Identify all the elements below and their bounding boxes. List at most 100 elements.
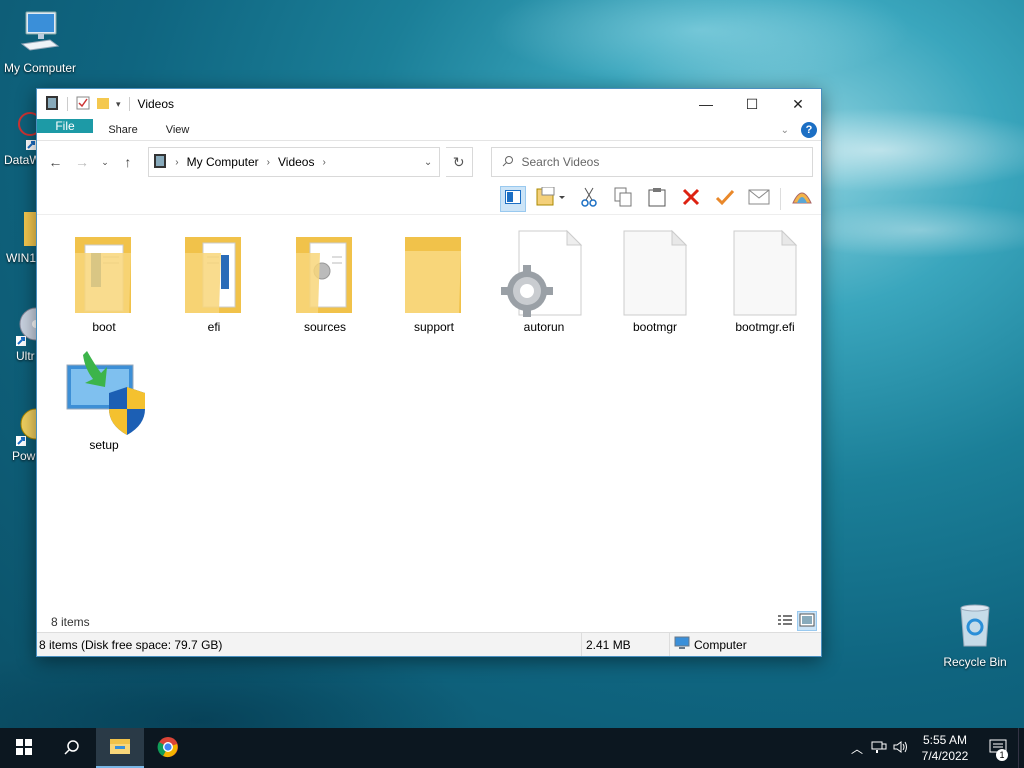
details-view-icon bbox=[777, 613, 793, 630]
folder-icon bbox=[388, 228, 480, 320]
folder-with-document-icon bbox=[58, 228, 150, 320]
title-bar[interactable]: ▾ Videos — ☐ ✕ bbox=[37, 89, 821, 119]
file-item-folder[interactable]: sources bbox=[279, 228, 371, 334]
file-name: bootmgr bbox=[632, 320, 678, 334]
search-placeholder: Search Videos bbox=[521, 155, 600, 169]
taskbar-chrome[interactable] bbox=[144, 728, 192, 768]
chevron-right-icon[interactable]: › bbox=[322, 157, 325, 168]
preview-pane-button[interactable] bbox=[500, 185, 526, 212]
scissors-icon bbox=[580, 187, 598, 210]
system-tray: ︿ 5:55 AM 7/4/2022 1 bbox=[846, 728, 1024, 768]
large-icons-view-icon bbox=[799, 613, 815, 630]
file-item-file[interactable]: bootmgr.efi bbox=[719, 228, 811, 334]
delete-button[interactable] bbox=[678, 186, 704, 212]
network-icon[interactable] bbox=[868, 740, 890, 757]
up-button[interactable]: ↑ bbox=[118, 154, 139, 170]
file-item-file[interactable]: bootmgr bbox=[609, 228, 701, 334]
file-explorer-window: ▾ Videos — ☐ ✕ File Home Share View ⌄ ? … bbox=[36, 88, 822, 657]
volume-icon[interactable] bbox=[890, 740, 912, 757]
desktop-icon-label: My Computer bbox=[3, 61, 77, 75]
large-icons-view-button[interactable] bbox=[797, 611, 817, 631]
quick-access-toolbar: ▾ bbox=[45, 95, 132, 114]
properties-icon bbox=[536, 186, 566, 210]
file-name: autorun bbox=[523, 320, 565, 334]
windows-logo-icon bbox=[16, 738, 32, 758]
setup-installer-icon bbox=[58, 346, 150, 438]
breadcrumb: › My Computer › Videos › bbox=[149, 153, 417, 172]
breadcrumb-item[interactable]: My Computer bbox=[187, 155, 259, 169]
rename-button[interactable] bbox=[712, 186, 738, 212]
file-name: setup bbox=[89, 438, 119, 452]
tab-view[interactable]: View bbox=[152, 119, 204, 140]
minimize-button[interactable]: — bbox=[683, 89, 729, 119]
notification-badge: 1 bbox=[996, 748, 1008, 761]
status-size: 2.41 MB bbox=[582, 633, 670, 656]
chevron-right-icon[interactable]: › bbox=[267, 157, 270, 168]
chevron-right-icon[interactable]: › bbox=[175, 157, 178, 168]
refresh-button[interactable]: ↻ bbox=[446, 147, 473, 177]
window-controls: — ☐ ✕ bbox=[683, 89, 821, 119]
blank-file-icon bbox=[609, 228, 701, 320]
recent-locations-button[interactable]: ⌄ bbox=[98, 157, 111, 168]
paste-button[interactable] bbox=[644, 186, 670, 212]
search-icon bbox=[64, 739, 80, 758]
desktop-icon-my-computer[interactable]: My Computer bbox=[0, 10, 80, 75]
address-bar[interactable]: › My Computer › Videos › ⌄ bbox=[148, 147, 441, 177]
customize-dropdown-icon[interactable]: ▾ bbox=[116, 99, 121, 110]
clock[interactable]: 5:55 AM 7/4/2022 bbox=[912, 732, 978, 764]
address-dropdown-icon[interactable]: ⌄ bbox=[417, 157, 439, 168]
status-bar: 8 items (Disk free space: 79.7 GB) 2.41 … bbox=[37, 632, 821, 656]
divider bbox=[67, 97, 68, 111]
file-name: support bbox=[413, 320, 455, 334]
folder-with-document-icon bbox=[168, 228, 260, 320]
file-item-folder[interactable]: boot bbox=[58, 228, 150, 334]
show-hidden-icons-button[interactable]: ︿ bbox=[846, 740, 868, 757]
forward-button[interactable]: → bbox=[72, 154, 93, 170]
computer-icon bbox=[674, 636, 690, 653]
shell-button[interactable] bbox=[789, 186, 815, 212]
expand-ribbon-icon[interactable]: ⌄ bbox=[781, 125, 789, 136]
search-button[interactable] bbox=[48, 728, 96, 768]
properties-button[interactable] bbox=[534, 186, 568, 212]
folder-with-settings-icon bbox=[279, 228, 371, 320]
properties-icon[interactable] bbox=[76, 96, 90, 113]
clock-date: 7/4/2022 bbox=[921, 749, 969, 763]
breadcrumb-item[interactable]: Videos bbox=[278, 155, 314, 169]
file-name: efi bbox=[207, 320, 221, 334]
maximize-button[interactable]: ☐ bbox=[729, 89, 775, 119]
settings-file-icon bbox=[498, 228, 590, 320]
start-button[interactable] bbox=[0, 728, 48, 768]
help-button[interactable]: ? bbox=[801, 122, 817, 138]
file-item-setup[interactable]: setup bbox=[58, 346, 150, 452]
email-button[interactable] bbox=[746, 186, 772, 212]
items-count: 8 items bbox=[51, 615, 90, 629]
taskbar: ︿ 5:55 AM 7/4/2022 1 bbox=[0, 728, 1024, 768]
file-list: boot efi sources support autorun bootmgr… bbox=[37, 216, 821, 611]
recycle-bin-icon bbox=[935, 602, 1015, 651]
back-button[interactable]: ← bbox=[45, 154, 66, 170]
new-folder-icon[interactable] bbox=[96, 96, 110, 113]
close-button[interactable]: ✕ bbox=[775, 89, 821, 119]
file-item-settings[interactable]: autorun bbox=[498, 228, 590, 334]
file-explorer-icon bbox=[109, 737, 131, 758]
action-center-button[interactable]: 1 bbox=[978, 739, 1018, 761]
copy-button[interactable] bbox=[610, 186, 636, 212]
desktop-icon-label: Recycle Bin bbox=[943, 655, 1007, 669]
file-name: bootmgr.efi bbox=[735, 320, 795, 334]
tab-share[interactable]: Share bbox=[94, 119, 151, 140]
file-item-folder[interactable]: efi bbox=[168, 228, 260, 334]
preview-pane-icon bbox=[505, 190, 521, 207]
clipboard-icon bbox=[648, 187, 666, 210]
search-icon bbox=[502, 155, 514, 170]
search-input[interactable]: Search Videos bbox=[490, 147, 814, 177]
taskbar-file-explorer[interactable] bbox=[96, 728, 144, 768]
computer-icon bbox=[0, 10, 80, 57]
show-desktop-button[interactable] bbox=[1018, 728, 1024, 768]
window-title: Videos bbox=[137, 97, 175, 111]
file-item-folder[interactable]: support bbox=[388, 228, 480, 334]
desktop-icon-recycle-bin[interactable]: Recycle Bin bbox=[935, 602, 1015, 669]
tab-file[interactable]: File bbox=[37, 119, 93, 133]
ribbon-tabs: File Home Share View ⌄ ? bbox=[37, 119, 821, 141]
cut-button[interactable] bbox=[576, 186, 602, 212]
details-view-button[interactable] bbox=[775, 611, 795, 631]
